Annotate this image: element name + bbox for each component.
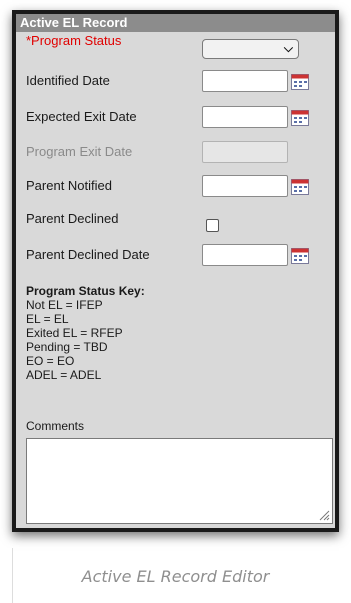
comments-textarea[interactable] bbox=[26, 438, 333, 524]
status-key-line: ADEL = ADEL bbox=[26, 368, 102, 382]
identified-date-label: Identified Date bbox=[26, 73, 110, 88]
status-key-line: Pending = TBD bbox=[26, 340, 108, 354]
resize-grip-icon[interactable] bbox=[318, 509, 330, 521]
calendar-icon[interactable] bbox=[291, 110, 309, 126]
image-caption: Active EL Record Editor bbox=[81, 567, 270, 586]
status-key-line: EL = EL bbox=[26, 312, 69, 326]
status-key-line: Exited EL = RFEP bbox=[26, 326, 123, 340]
parent-declined-date-label: Parent Declined Date bbox=[26, 247, 150, 262]
calendar-icon[interactable] bbox=[291, 248, 309, 264]
calendar-icon[interactable] bbox=[291, 74, 309, 90]
identified-date-input[interactable] bbox=[202, 70, 288, 92]
chevron-down-icon: ⌵ bbox=[283, 41, 293, 55]
panel-title: Active EL Record bbox=[16, 14, 335, 32]
calendar-icon[interactable] bbox=[291, 179, 309, 195]
status-key-line: EO = EO bbox=[26, 354, 75, 368]
comments-label: Comments bbox=[26, 419, 85, 433]
parent-notified-input[interactable] bbox=[202, 175, 288, 197]
parent-declined-label: Parent Declined bbox=[26, 211, 119, 226]
program-exit-date-input bbox=[202, 141, 288, 163]
program-exit-date-label: Program Exit Date bbox=[26, 144, 133, 159]
parent-declined-date-input[interactable] bbox=[202, 244, 288, 266]
active-el-record-panel: Active EL Record *Program Status ⌵ Ident… bbox=[12, 10, 339, 532]
expected-exit-date-input[interactable] bbox=[202, 106, 288, 128]
program-status-select[interactable]: ⌵ bbox=[202, 39, 299, 59]
status-key-line: Not EL = IFEP bbox=[26, 298, 103, 312]
page: Active EL Record *Program Status ⌵ Ident… bbox=[0, 0, 351, 603]
program-status-key-title: Program Status Key: bbox=[26, 284, 145, 298]
parent-declined-checkbox[interactable] bbox=[206, 219, 219, 232]
program-status-label: *Program Status bbox=[26, 33, 122, 48]
expected-exit-date-label: Expected Exit Date bbox=[26, 109, 137, 124]
parent-notified-label: Parent Notified bbox=[26, 178, 112, 193]
